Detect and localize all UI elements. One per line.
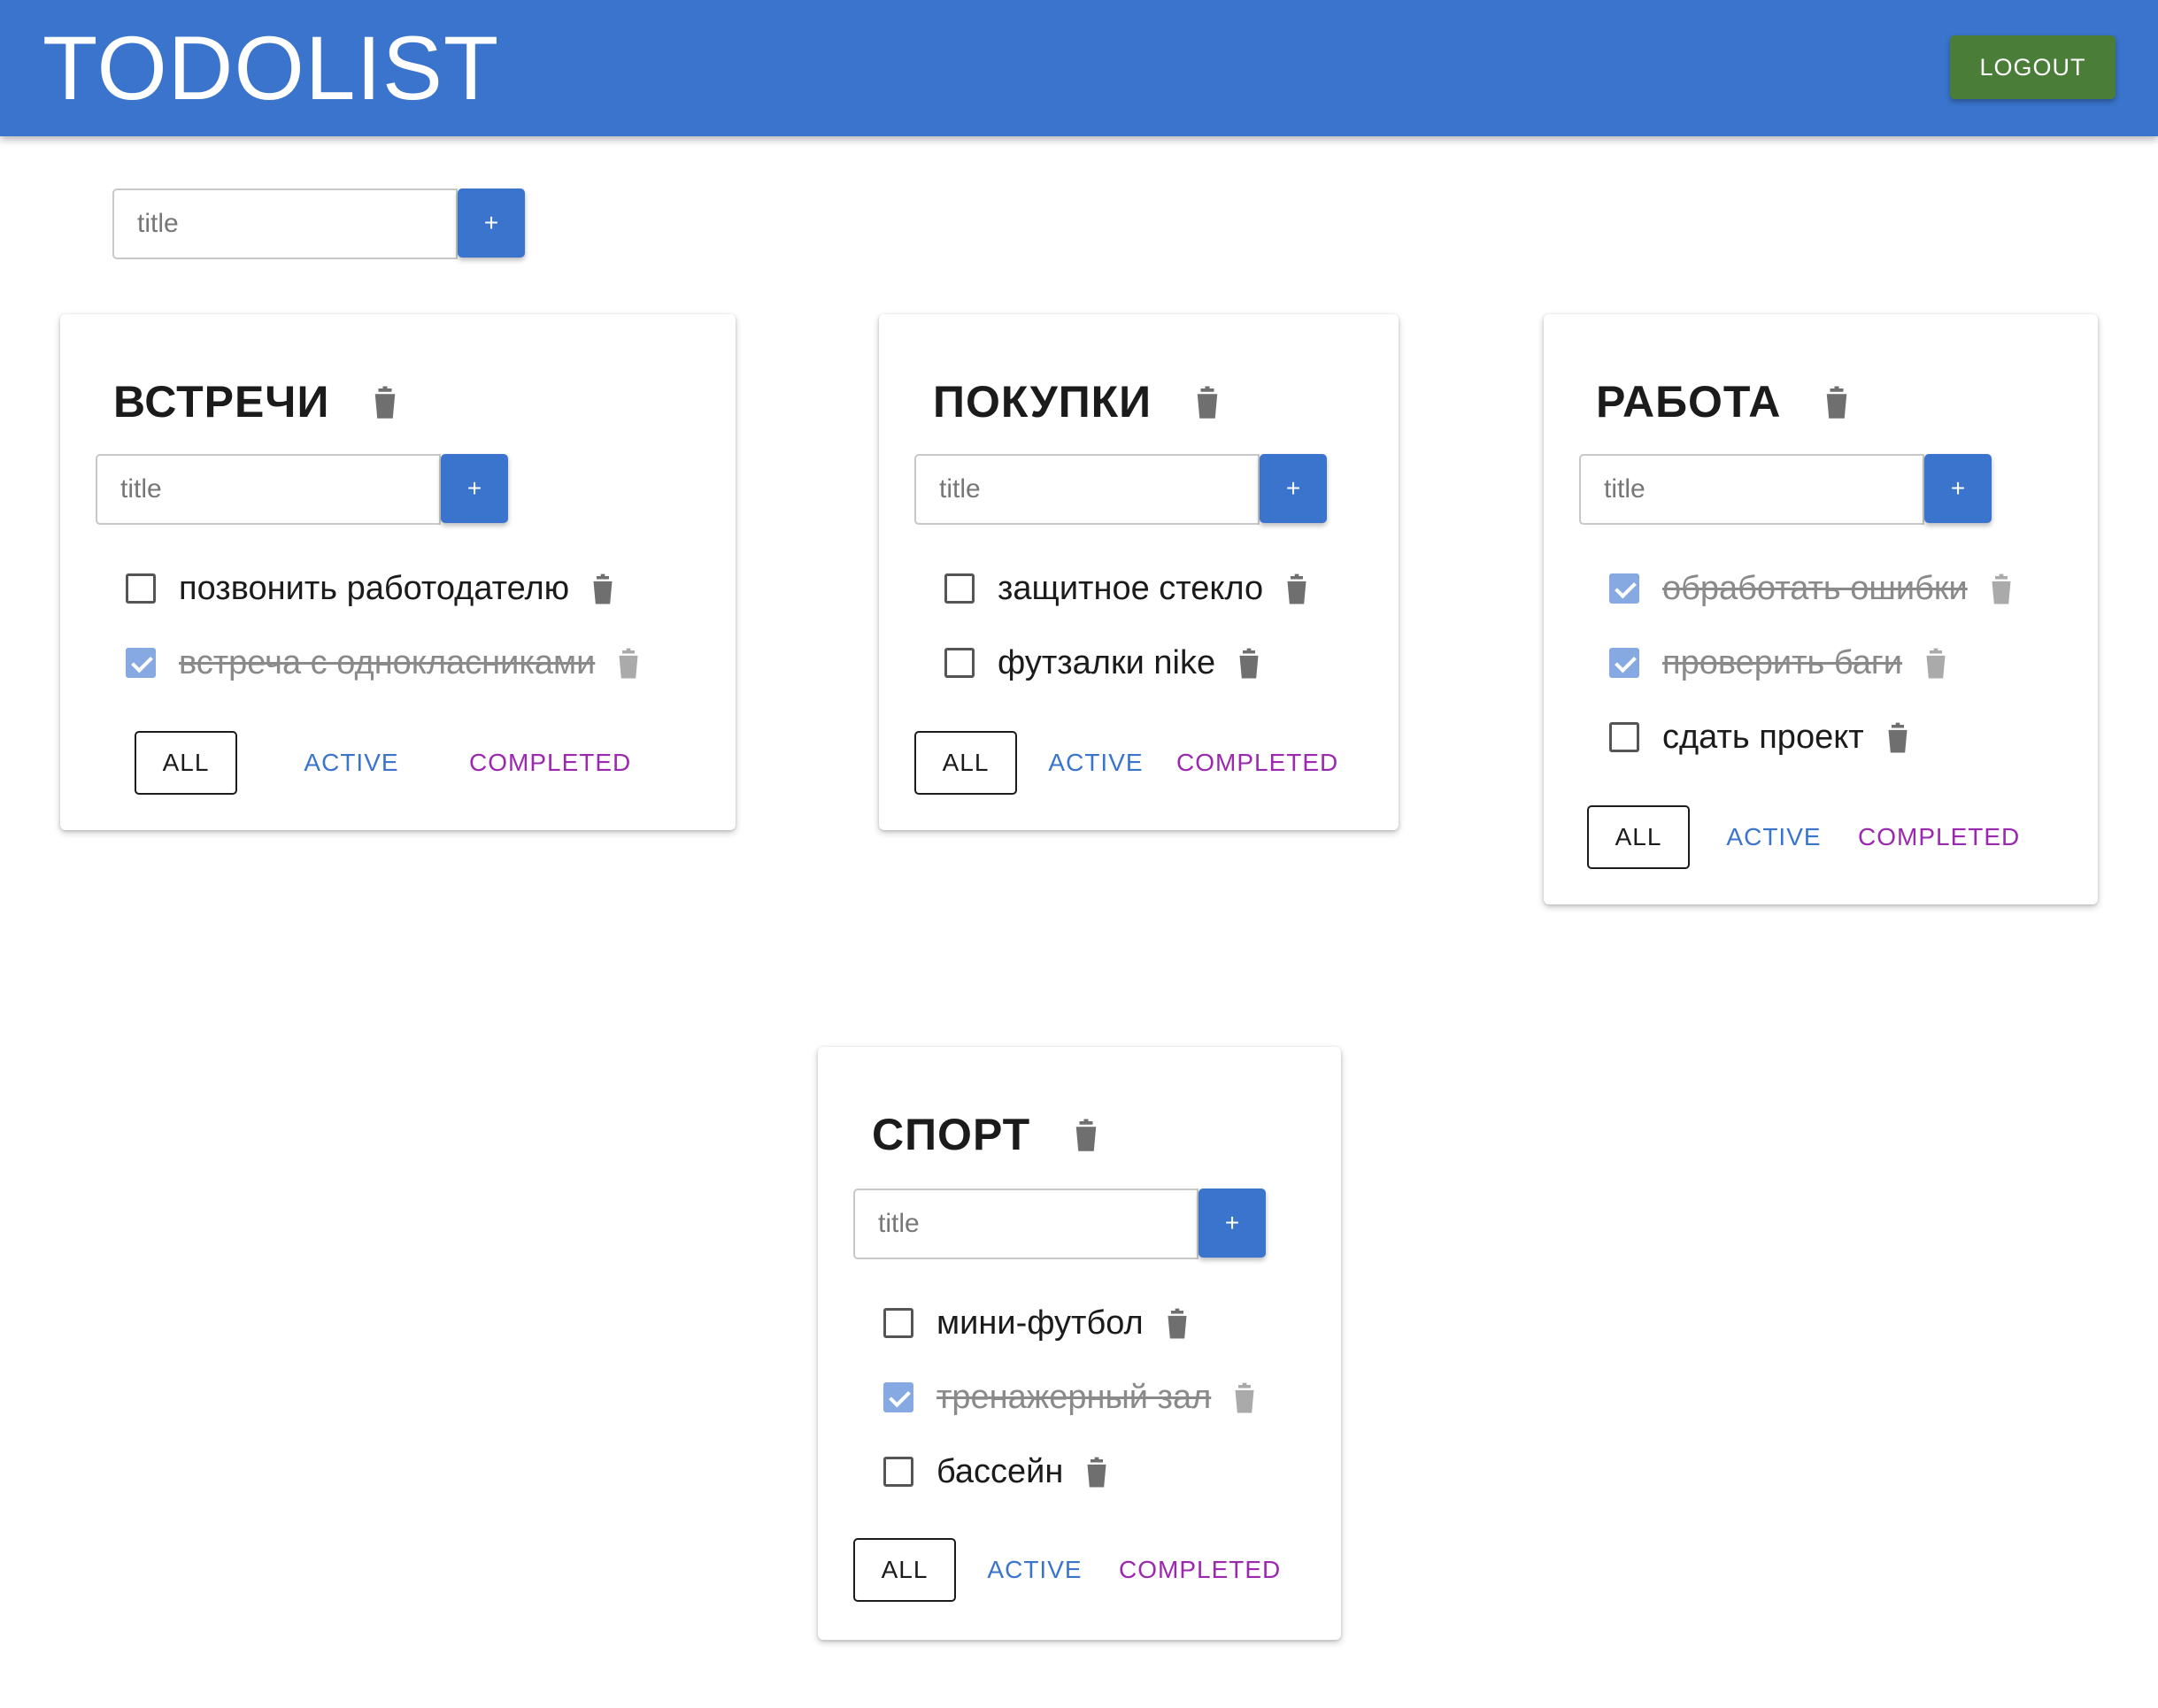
filter-bar: ALL ACTIVE COMPLETED <box>853 1538 1280 1602</box>
new-task-title-input[interactable] <box>96 454 441 525</box>
add-task-button[interactable]: + <box>1924 454 1992 523</box>
task-item: тренажерный зал <box>883 1371 1257 1424</box>
new-task-title-input[interactable] <box>914 454 1260 525</box>
todolist-card: ПОКУПКИ + защитное стекло футзалки nike … <box>879 314 1399 830</box>
logout-button[interactable]: LOGOUT <box>1950 35 2116 99</box>
filter-bar: ALL ACTIVE COMPLETED <box>914 731 1337 795</box>
task-checkbox[interactable] <box>1609 573 1639 604</box>
add-list-form: + <box>112 188 525 259</box>
filter-completed-button[interactable]: COMPLETED <box>1858 805 2019 869</box>
delete-task-icon[interactable] <box>1885 721 1910 753</box>
delete-task-icon[interactable] <box>1989 573 2014 604</box>
task-checkbox[interactable] <box>944 573 975 604</box>
card-header: ПОКУПКИ <box>933 376 1221 427</box>
delete-task-icon[interactable] <box>1237 647 1261 679</box>
task-item: встреча с однокласниками <box>126 636 641 689</box>
task-checkbox[interactable] <box>883 1382 913 1412</box>
task-item: обработать ошибки <box>1609 562 2014 615</box>
filter-completed-button[interactable]: COMPLETED <box>469 731 630 795</box>
add-task-form: + <box>914 454 1327 525</box>
task-label: встреча с однокласниками <box>179 643 596 681</box>
filter-bar: ALL ACTIVE COMPLETED <box>1587 805 2019 869</box>
task-item: футзалки nike <box>944 636 1261 689</box>
task-item: проверить баги <box>1609 636 1948 689</box>
add-task-form: + <box>1579 454 1992 525</box>
delete-task-icon[interactable] <box>1165 1307 1190 1339</box>
add-task-button[interactable]: + <box>1260 454 1327 523</box>
task-checkbox[interactable] <box>944 648 975 678</box>
delete-task-icon[interactable] <box>590 573 615 604</box>
task-checkbox[interactable] <box>126 648 156 678</box>
app-title: TODOLIST <box>42 18 500 119</box>
task-label: тренажерный зал <box>936 1378 1212 1416</box>
task-item: мини-футбол <box>883 1296 1190 1350</box>
list-title: СПОРТ <box>872 1110 1031 1159</box>
task-label: футзалки nike <box>998 643 1216 681</box>
delete-task-icon[interactable] <box>1232 1381 1257 1413</box>
filter-active-button[interactable]: ACTIVE <box>986 1538 1083 1602</box>
delete-task-icon[interactable] <box>1084 1456 1109 1488</box>
task-checkbox[interactable] <box>1609 648 1639 678</box>
task-label: мини-футбол <box>936 1304 1144 1342</box>
delete-list-icon[interactable] <box>1194 385 1221 419</box>
list-title: РАБОТА <box>1596 377 1782 427</box>
list-title: ВСТРЕЧИ <box>113 377 330 427</box>
filter-bar: ALL ACTIVE COMPLETED <box>135 731 630 795</box>
todolist-card: РАБОТА + обработать ошибки проверить баг… <box>1544 314 2098 904</box>
task-item: сдать проект <box>1609 711 1910 764</box>
task-item: позвонить работодателю <box>126 562 615 615</box>
delete-task-icon[interactable] <box>616 647 641 679</box>
filter-active-button[interactable]: ACTIVE <box>1047 731 1145 795</box>
add-list-button[interactable]: + <box>458 188 525 258</box>
task-item: защитное стекло <box>944 562 1309 615</box>
add-task-form: + <box>853 1189 1266 1259</box>
new-task-title-input[interactable] <box>1579 454 1924 525</box>
app-bar: TODOLIST LOGOUT <box>0 0 2158 136</box>
card-header: ВСТРЕЧИ <box>113 376 398 427</box>
task-item: бассейн <box>883 1445 1109 1498</box>
filter-active-button[interactable]: ACTIVE <box>1725 805 1823 869</box>
delete-list-icon[interactable] <box>1073 1118 1099 1151</box>
new-task-title-input[interactable] <box>853 1189 1198 1259</box>
add-task-button[interactable]: + <box>1198 1189 1266 1258</box>
task-checkbox[interactable] <box>883 1308 913 1338</box>
filter-all-button[interactable]: ALL <box>914 731 1017 795</box>
task-checkbox[interactable] <box>883 1457 913 1487</box>
task-label: бассейн <box>936 1452 1064 1490</box>
task-label: позвонить работодателю <box>179 569 570 607</box>
delete-task-icon[interactable] <box>1923 647 1948 679</box>
task-label: защитное стекло <box>998 569 1264 607</box>
filter-active-button[interactable]: ACTIVE <box>303 731 400 795</box>
task-label: проверить баги <box>1662 643 1902 681</box>
todolist-card: СПОРТ + мини-футбол тренажерный зал бас <box>818 1047 1341 1640</box>
new-list-title-input[interactable] <box>112 188 458 259</box>
task-checkbox[interactable] <box>126 573 156 604</box>
filter-completed-button[interactable]: COMPLETED <box>1119 1538 1280 1602</box>
filter-all-button[interactable]: ALL <box>1587 805 1690 869</box>
delete-list-icon[interactable] <box>1823 385 1850 419</box>
task-label: обработать ошибки <box>1662 569 1968 607</box>
filter-all-button[interactable]: ALL <box>853 1538 956 1602</box>
delete-task-icon[interactable] <box>1284 573 1309 604</box>
todolist-card: ВСТРЕЧИ + позвонить работодателю встреча… <box>60 314 736 830</box>
card-header: СПОРТ <box>872 1109 1099 1160</box>
todolist-app: TODOLIST LOGOUT + ВСТРЕЧИ + позвонить ра… <box>0 0 2158 1708</box>
filter-completed-button[interactable]: COMPLETED <box>1176 731 1337 795</box>
task-label: сдать проект <box>1662 718 1864 756</box>
task-checkbox[interactable] <box>1609 722 1639 752</box>
add-task-form: + <box>96 454 508 525</box>
add-task-button[interactable]: + <box>441 454 508 523</box>
filter-all-button[interactable]: ALL <box>135 731 237 795</box>
card-header: РАБОТА <box>1596 376 1850 427</box>
list-title: ПОКУПКИ <box>933 377 1152 427</box>
delete-list-icon[interactable] <box>372 385 398 419</box>
